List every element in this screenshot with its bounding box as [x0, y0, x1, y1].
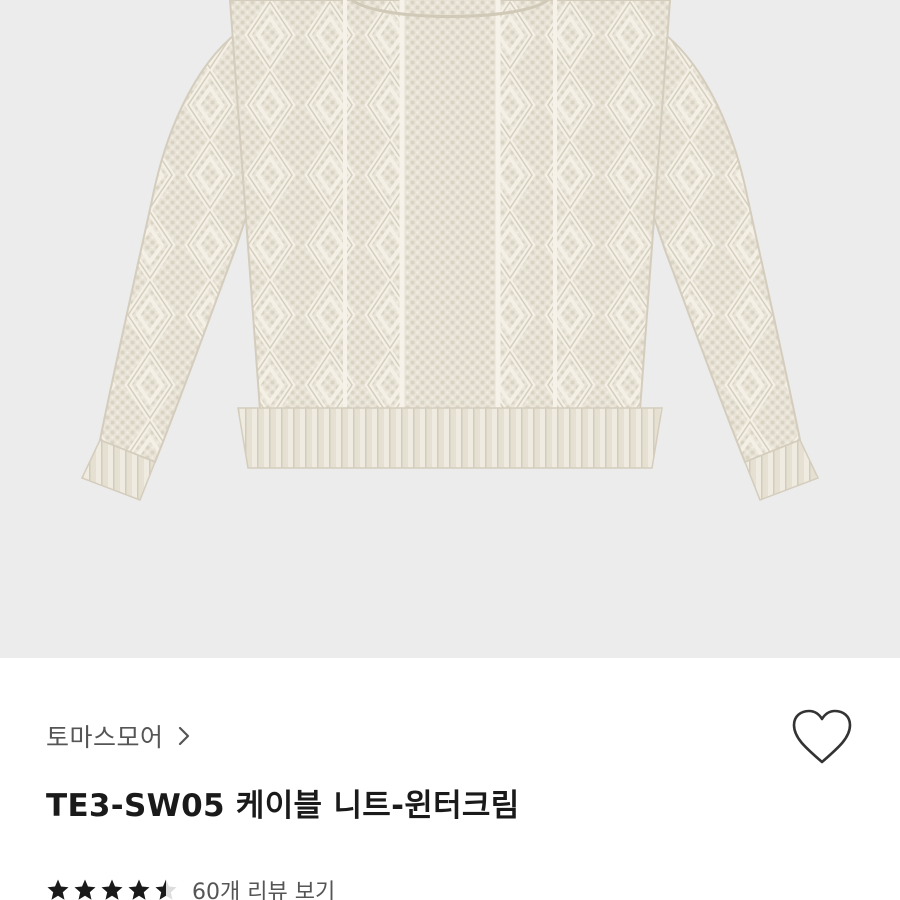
rating-row: 60개 리뷰 보기: [46, 874, 335, 900]
product-detail-page: 토마스모어 TE3-SW05 케이블 니트-윈터크림 60개 리뷰 보기: [0, 0, 900, 900]
heart-icon[interactable]: [790, 708, 854, 766]
star-filled-icon: [128, 879, 150, 900]
brand-link[interactable]: 토마스모어: [46, 718, 194, 754]
product-title: TE3-SW05 케이블 니트-윈터크림: [46, 788, 520, 824]
product-info-panel: 토마스모어 TE3-SW05 케이블 니트-윈터크림 60개 리뷰 보기: [0, 658, 900, 900]
star-half-icon: [155, 879, 177, 900]
star-filled-icon: [47, 879, 69, 900]
brand-name: 토마스모어: [46, 723, 164, 752]
review-count-link[interactable]: 60개 리뷰 보기: [192, 874, 335, 900]
star-rating: [46, 878, 178, 900]
product-image[interactable]: [0, 0, 900, 658]
star-filled-icon: [74, 879, 96, 900]
star-filled-icon: [101, 879, 123, 900]
sweater-illustration: [80, 0, 820, 501]
chevron-right-icon: [178, 726, 189, 746]
